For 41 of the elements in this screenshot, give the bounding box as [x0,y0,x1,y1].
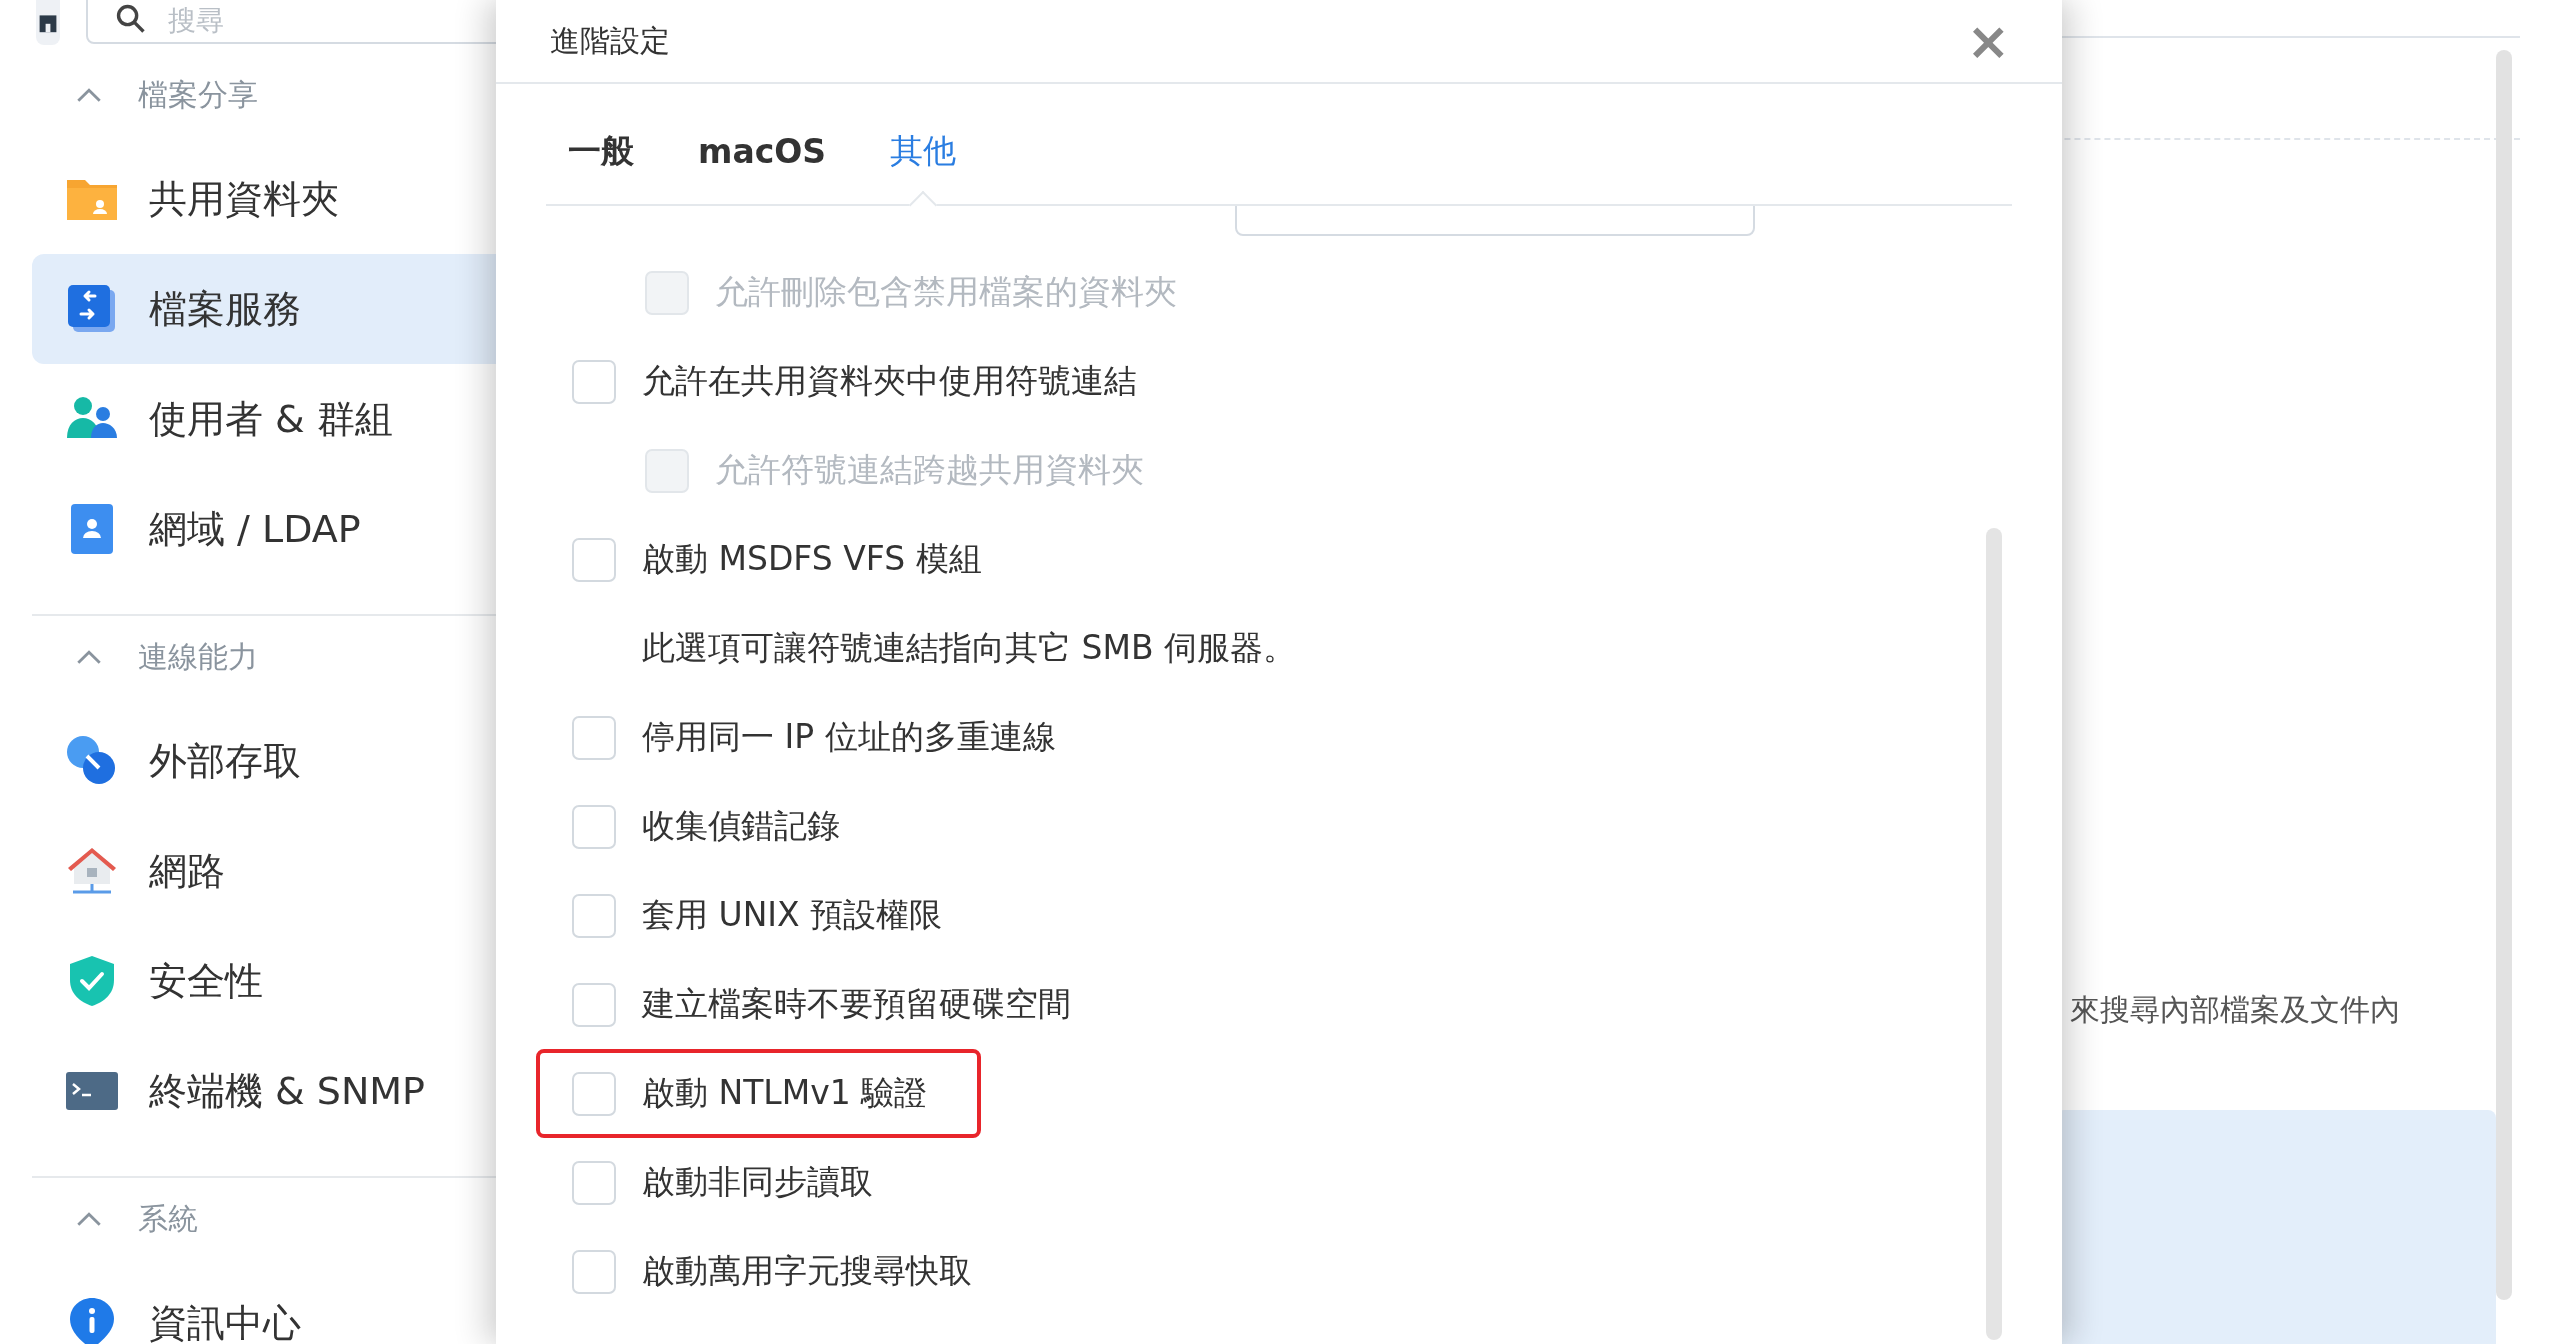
checkbox[interactable] [572,715,616,760]
checkbox[interactable] [572,359,616,404]
sidebar-item[interactable]: 網域 / LDAP [32,474,496,584]
checkbox-label: 啟動非同步讀取 [642,1161,873,1203]
sidebar-item[interactable]: 網路 [32,816,496,926]
checkbox-label: 允許在共用資料夾中使用符號連結 [642,360,1137,402]
checkbox-label: 允許符號連結跨越共用資料夾 [715,449,1144,491]
checkbox-label: 停用同一 IP 位址的多重連線 [642,716,1056,758]
description-text: 來搜尋內部檔案及文件內 [2070,991,2401,1029]
close-button[interactable]: × [1962,15,2014,67]
checkbox-label: 啟動萬用字元搜尋快取 [642,1250,972,1292]
tab[interactable]: macOS [698,98,827,204]
checkbox[interactable] [572,537,616,582]
checkbox-label: 允許刪除包含禁用檔案的資料夾 [715,271,1177,313]
checkbox-label: 啟動 NTLMv1 驗證 [642,1072,928,1114]
sidebar-item[interactable]: 使用者 & 群組 [32,364,496,474]
checkbox[interactable] [572,1249,616,1294]
hint-text: 此選項可讓符號連結指向其它 SMB 伺服器。 [642,627,1298,669]
checkbox-label: 套用 UNIX 預設權限 [642,894,943,936]
home-button[interactable] [36,0,60,45]
checkbox[interactable] [572,982,616,1027]
sidebar-item[interactable]: 安全性 [32,926,496,1036]
sidebar-item[interactable]: 資訊中心 [32,1268,496,1344]
checkbox[interactable] [572,1071,616,1116]
dialog-title: 進階設定 [550,21,670,60]
sidebar-item[interactable]: 共用資料夾 [32,144,496,254]
checkbox-label: 建立檔案時不要預留硬碟空間 [642,983,1071,1025]
scrollbar[interactable] [2496,50,2512,1300]
sidebar-item[interactable]: 外部存取 [32,706,496,816]
section-title: 檔案分享 [138,75,258,114]
scrollbar[interactable] [1986,528,2002,1340]
sidebar-item[interactable]: 檔案服務 [32,254,496,364]
checkbox-label: 收集偵錯記錄 [642,805,840,847]
section-title: 系統 [138,1199,198,1238]
checkbox-label: 啟動 MSDFS VFS 模組 [642,538,982,580]
checkbox[interactable] [572,804,616,849]
section-title: 連線能力 [138,637,258,676]
sidebar-item[interactable]: 終端機 & SNMP [32,1036,496,1146]
tab[interactable]: 一般 [568,98,634,204]
checkbox[interactable] [572,893,616,938]
checkbox[interactable] [572,1160,616,1205]
